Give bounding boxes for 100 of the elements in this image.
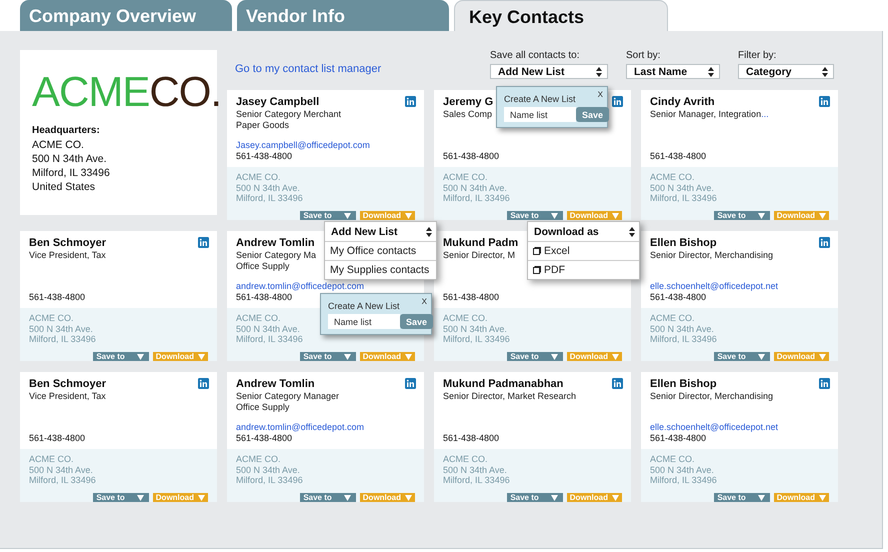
phone-number: 561-438-4800 (236, 292, 292, 303)
email-link[interactable]: andrew.tomlin@officedepot.com (236, 422, 364, 433)
contact-name: Andrew Tomlin (236, 237, 315, 250)
address-line: 500 N 34th Ave. (32, 152, 108, 166)
contact-name: Ellen Bishop (650, 237, 717, 250)
close-button[interactable]: X (422, 297, 427, 306)
contact-name: Ben Schmoyer (29, 378, 106, 391)
caret-icon (405, 354, 412, 360)
save-button[interactable]: Save (576, 107, 610, 122)
checkbox[interactable] (533, 247, 541, 255)
tab[interactable]: Vendor Info (237, 0, 449, 31)
linkedin-icon[interactable] (405, 378, 416, 389)
select-field[interactable]: Last Name (626, 64, 720, 79)
address-line: ACME CO. (32, 138, 85, 152)
menu-item[interactable]: My Supplies contacts (325, 261, 436, 279)
download-button[interactable]: Download (360, 211, 415, 220)
menu-item[interactable]: PDF (528, 261, 639, 279)
list-name-field[interactable]: Name list (504, 107, 576, 122)
contact-name: Ben Schmoyer (29, 237, 106, 250)
phone-number: 561-438-4800 (650, 433, 706, 444)
linkedin-icon[interactable] (612, 378, 623, 389)
contact-name: Andrew Tomlin (236, 378, 315, 391)
address-line: ACME CO. (650, 454, 695, 464)
save-button[interactable]: Save (400, 314, 434, 329)
menu-item[interactable]: Excel (528, 242, 639, 261)
sort-arrows-icon (426, 226, 432, 236)
menu-item[interactable]: My Office contacts (325, 242, 436, 261)
save-to-button[interactable]: Save to (300, 493, 356, 502)
save-to-button[interactable]: Save to (714, 352, 770, 361)
save-to-button[interactable]: Save to (507, 352, 563, 361)
email-link[interactable]: Jasey.campbell@officedepot.com (236, 140, 370, 151)
address-line: ACME CO. (650, 172, 695, 182)
tab[interactable]: Company Overview (20, 0, 232, 31)
caret-icon (136, 354, 144, 360)
address-line: ACME CO. (443, 313, 488, 324)
contact-title: Senior Manager, Integration... (650, 109, 769, 120)
select-field[interactable]: Category (738, 64, 834, 79)
contact-title: Senior Category Manager (236, 391, 340, 402)
download-button[interactable]: Download (360, 493, 415, 502)
select-field[interactable]: Add New List (490, 64, 608, 79)
tab[interactable]: Key Contacts (454, 0, 668, 31)
address-line: Milford, IL 33496 (32, 166, 111, 180)
linkedin-icon[interactable] (198, 237, 209, 248)
linkedin-icon[interactable] (612, 96, 623, 107)
save-to-button[interactable]: Save to (714, 211, 770, 220)
download-button[interactable]: Download (566, 493, 622, 502)
headquarters-label: Headquarters: (32, 124, 101, 138)
address-line: 500 N 34th Ave. (650, 464, 714, 475)
contact-title: Senior Category Ma (236, 250, 316, 260)
linkedin-icon[interactable] (819, 237, 830, 248)
linkedin-icon[interactable] (405, 96, 416, 107)
contact-title: Senior Director, M (443, 250, 516, 260)
close-button[interactable]: X (598, 90, 603, 99)
popup-title: Create A New List (328, 301, 400, 311)
control-label: Sort by: (626, 50, 662, 61)
email-link[interactable]: andrew.tomlin@officedepot.com (236, 281, 364, 292)
download-button[interactable]: Download (152, 493, 208, 502)
more-link[interactable]: ... (761, 109, 769, 119)
address-line: Milford, IL 33496 (29, 334, 96, 344)
save-to-button[interactable]: Save to (507, 211, 563, 220)
address-line: Milford, IL 33496 (443, 193, 510, 204)
save-to-button[interactable]: Save to (93, 493, 149, 502)
save-to-button[interactable]: Save to (507, 493, 563, 502)
phone-number: 561-438-4800 (29, 433, 86, 444)
contact-name: Mukund Padm (443, 237, 518, 250)
linkedin-icon[interactable] (198, 378, 209, 389)
linkedin-icon[interactable] (819, 96, 830, 107)
address-line: Milford, IL 33496 (236, 475, 303, 486)
download-button[interactable]: Download (566, 211, 622, 220)
email-link[interactable]: elle.schoenhelt@officedepot.net (650, 422, 778, 433)
caret-icon (819, 212, 826, 218)
caret-icon (819, 494, 826, 500)
contact-manager-link[interactable]: Go to my contact list manager (235, 63, 382, 75)
contact-title: Vice President, Tax (29, 250, 106, 260)
menu-select[interactable]: Add New List (325, 222, 436, 242)
email-link[interactable]: elle.schoenhelt@officedepot.net (650, 281, 778, 292)
download-button[interactable]: Download (774, 352, 829, 361)
save-to-button[interactable]: Save to (300, 211, 356, 220)
save-to-button[interactable]: Save to (93, 352, 149, 361)
address-line: ACME CO. (650, 313, 695, 324)
company-logo: ACMECO. (32, 72, 222, 112)
address-line: Milford, IL 33496 (236, 334, 303, 344)
download-button[interactable]: Download (774, 493, 829, 502)
address-line: 500 N 34th Ave. (650, 182, 714, 193)
download-button[interactable]: Download (152, 352, 208, 361)
caret-icon (136, 494, 144, 500)
checkbox[interactable] (533, 266, 541, 274)
download-button[interactable]: Download (360, 352, 415, 361)
download-button[interactable]: Download (774, 211, 829, 220)
address-line: 500 N 34th Ave. (29, 464, 93, 475)
linkedin-icon[interactable] (819, 378, 830, 389)
contact-title: Paper Goods (236, 120, 290, 130)
caret-icon (819, 354, 826, 360)
list-name-field[interactable]: Name list (328, 314, 400, 329)
phone-number: 561-438-4800 (443, 292, 500, 303)
caret-icon (405, 212, 412, 218)
save-to-button[interactable]: Save to (714, 493, 770, 502)
save-to-button[interactable]: Save to (300, 352, 356, 361)
download-button[interactable]: Download (566, 352, 622, 361)
menu-select[interactable]: Download as (528, 222, 639, 242)
